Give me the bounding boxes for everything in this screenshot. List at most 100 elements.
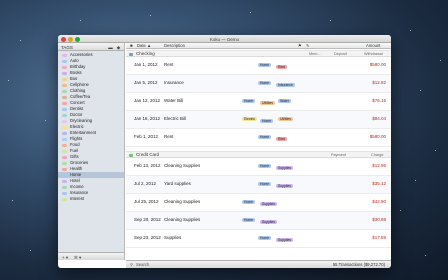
transaction-amount: $35.12 (372, 181, 386, 186)
description-column-header[interactable]: Description (164, 43, 185, 49)
transaction-description: Water Bill (164, 98, 184, 103)
star (440, 60, 441, 61)
tag-list: Accessories Auto Birthday Books Bus Cellphone… (58, 52, 124, 202)
flag-column-icon[interactable]: ⚑ (298, 43, 302, 49)
tag-pill[interactable]: Supplies (276, 184, 294, 188)
search-field[interactable]: Search (136, 261, 149, 268)
transaction-date: Jan 18, 2012 (134, 116, 161, 121)
tag-color-swatch (62, 53, 67, 57)
transaction-summary: 55 Transactions ($9,272.70) (332, 262, 385, 267)
tag-pill[interactable]: Home (260, 119, 274, 123)
tag-color-swatch (62, 137, 67, 141)
checkbox-column[interactable]: ■ (130, 43, 133, 49)
tag-pill[interactable]: Rent (276, 65, 288, 69)
transaction-amount: $12.98 (372, 163, 386, 168)
add-tag-button[interactable]: + ▾ (62, 255, 68, 260)
transaction-row[interactable]: Feb 1, 2012 Rent $580.00 Home Rent (126, 129, 391, 147)
amount-column-header[interactable]: Amount (366, 43, 380, 49)
transaction-description: Electric Bill (164, 116, 187, 121)
star (435, 150, 436, 151)
sidebar-header: TAGS ▬ ◆ (58, 43, 124, 51)
tag-pill[interactable]: Rent (276, 137, 288, 141)
star (415, 180, 416, 181)
transaction-date: Jan 12, 2012 (134, 98, 161, 103)
tag-pill[interactable]: Utilities (278, 117, 293, 121)
gear-icon[interactable]: ✲ ▾ (74, 255, 81, 260)
transaction-date: Feb 13, 2012 (134, 163, 161, 168)
transaction-amount: $84.04 (372, 116, 386, 121)
transaction-description: Yard supplies (164, 181, 191, 186)
star (8, 80, 9, 81)
transaction-row[interactable]: Jan 1, 2012 Rent $580.00 Home Rent (126, 57, 391, 75)
tag-pill[interactable]: Utilities (260, 101, 275, 105)
star (420, 90, 421, 91)
titlebar: Koku — Demo (58, 35, 391, 43)
attachment-column-icon[interactable]: ✎ (306, 43, 310, 49)
transactions-pane: ■ Date ▲ Description ⚑ ✎ Amount Checking… (126, 43, 391, 260)
tag-pill[interactable]: Water (278, 99, 291, 103)
tag-pill[interactable]: Home (242, 99, 256, 103)
bank-icon (129, 52, 133, 56)
account-section-header[interactable]: Credit Card Payment Charge (126, 151, 391, 158)
tag-color-swatch (62, 107, 67, 111)
tag-icon[interactable]: ◆ (116, 45, 121, 50)
tag-pill[interactable]: Home (258, 182, 272, 186)
tag-color-swatch (62, 71, 67, 75)
search-icon[interactable]: ⚲ (130, 261, 133, 268)
window-title: Koku — Demo (209, 36, 240, 42)
tag-pill[interactable]: Home (242, 200, 256, 204)
tag-color-swatch (62, 167, 67, 171)
tag-pill[interactable]: Supplies (276, 166, 294, 170)
tag-color-swatch (62, 149, 67, 153)
transaction-date: Jan 5, 2012 (134, 80, 158, 85)
transaction-amount: $580.00 (369, 134, 386, 139)
tag-pill[interactable]: Insurance (276, 83, 295, 87)
tag-pill[interactable]: Home (242, 218, 256, 222)
sidebar-title: TAGS (61, 45, 73, 50)
transaction-description: Rent (164, 134, 174, 139)
star (12, 200, 13, 201)
tag-color-swatch (62, 113, 67, 117)
tag-pill[interactable]: Home (258, 63, 272, 67)
transaction-amount: $30.89 (372, 217, 386, 222)
tag-pill[interactable]: Home (258, 81, 272, 85)
tag-color-swatch (62, 65, 67, 69)
sidebar-footer: + ▾ ✲ ▾ (58, 252, 125, 260)
tag-color-swatch (62, 125, 67, 129)
transaction-description: Cleaning Supplies (164, 217, 201, 222)
transaction-row[interactable]: Sep 20, 2012 Cleaning Supplies $30.89 Home S… (126, 212, 391, 230)
transaction-row[interactable]: Jan 18, 2012 Electric Bill $84.04 Electric H… (126, 111, 391, 129)
tag-pill[interactable]: Supplies (276, 238, 294, 242)
tag-color-swatch (62, 95, 67, 99)
tag-pill[interactable]: Supplies (260, 220, 278, 224)
star (410, 30, 411, 31)
date-column-header[interactable]: Date ▲ (137, 43, 151, 49)
tag-pill[interactable]: Supplies (260, 202, 278, 206)
transaction-description: Cleaning Supplies (164, 199, 201, 204)
tag-color-swatch (62, 119, 67, 123)
transaction-row[interactable]: Jul 2, 2012 Yard supplies $35.12 Home Suppli… (126, 176, 391, 194)
transaction-amount: $17.89 (372, 235, 386, 240)
folder-icon[interactable]: ▬ (108, 45, 113, 50)
transaction-row[interactable]: Sep 23, 2012 Supplies $17.89 Home Supplies (126, 230, 391, 248)
star (330, 20, 331, 21)
transaction-row[interactable]: Jan 5, 2012 Insurance $12.82 Home Insurance (126, 75, 391, 93)
status-bar: ⚲ Search 55 Transactions ($9,272.70) (126, 260, 391, 268)
transaction-row[interactable]: Jul 25, 2012 Cleaning Supplies $42.90 Home S… (126, 194, 391, 212)
account-section-header[interactable]: Checking Mem... Deposit Withdrawal (126, 50, 391, 57)
transaction-amount: $42.90 (372, 199, 386, 204)
transaction-date: Jan 1, 2012 (134, 62, 158, 67)
star (30, 250, 31, 251)
transaction-date: Jul 25, 2012 (134, 199, 159, 204)
tag-pill[interactable]: Home (258, 135, 272, 139)
transaction-amount: $12.82 (372, 80, 386, 85)
tag-pill[interactable]: Home (258, 236, 272, 240)
transaction-row[interactable]: Jan 12, 2012 Water Bill $76.15 Home Utilitie… (126, 93, 391, 111)
tag-pill[interactable]: Home (258, 164, 272, 168)
tag-pill[interactable]: Electric (242, 117, 258, 121)
star (80, 20, 81, 21)
sidebar-tag-item[interactable]: Interest (58, 196, 124, 202)
tag-color-swatch (62, 101, 67, 105)
app-window: Koku — Demo TAGS ▬ ◆ Accessories Auto Birt… (58, 35, 391, 268)
transaction-row[interactable]: Feb 13, 2012 Cleaning Supplies $12.98 Home S… (126, 158, 391, 176)
